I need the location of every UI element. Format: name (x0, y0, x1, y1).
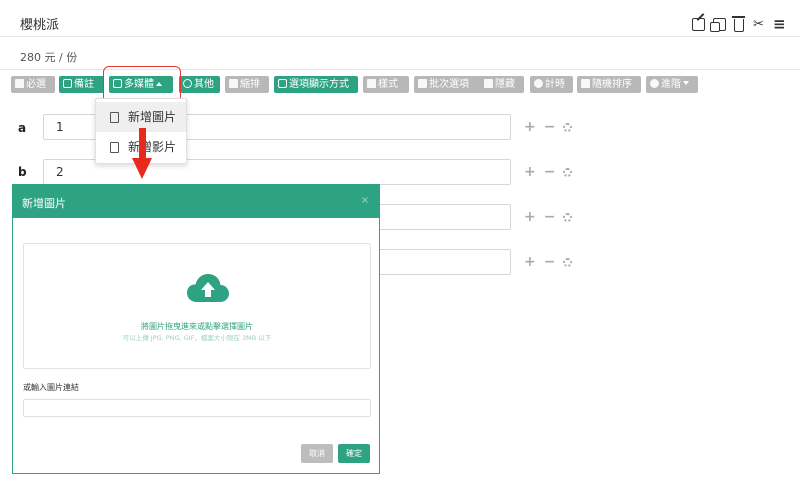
option-label-b: b (18, 165, 27, 179)
dropzone-hint: 可以上傳 JPG, PNG, GIF，檔案大小限在 3MB 以下 (122, 334, 272, 342)
option-controls-b: + − (524, 164, 574, 180)
gear-icon (650, 79, 659, 88)
advanced-button[interactable]: 進階 (646, 76, 698, 93)
note-button[interactable]: 備註 (59, 76, 104, 93)
remove-option-icon[interactable]: − (544, 254, 556, 270)
shuffle-button[interactable]: 隨機排序 (577, 76, 641, 93)
question-actions: ✂ ≡ (692, 16, 786, 32)
star-icon (15, 79, 24, 88)
modal-title: 新增圖片 (22, 197, 66, 210)
gear-icon[interactable] (563, 122, 573, 132)
add-option-icon[interactable]: + (524, 254, 536, 270)
question-title-row: 櫻桃派 ✂ ≡ (0, 0, 800, 37)
add-option-icon[interactable]: + (524, 164, 536, 180)
hide-button[interactable]: 隱藏 (480, 76, 524, 93)
option-controls-c: + − (524, 209, 574, 225)
eye-slash-icon (484, 79, 493, 88)
remove-option-icon[interactable]: − (544, 209, 556, 225)
image-url-input[interactable] (23, 399, 371, 417)
required-button[interactable]: 必選 (11, 76, 55, 93)
cloud-upload-icon (187, 274, 229, 302)
gear-icon[interactable] (563, 257, 573, 267)
clock-icon (534, 79, 543, 88)
option-controls-d: + − (524, 254, 574, 270)
option-controls-a: + − (524, 119, 574, 135)
question-description[interactable]: 280 元 / 份 (20, 49, 77, 65)
shuffle-icon (581, 79, 590, 88)
file-icon (418, 79, 427, 88)
remove-option-icon[interactable]: − (544, 164, 556, 180)
menu-icon[interactable]: ≡ (773, 17, 786, 32)
close-icon[interactable]: × (361, 195, 369, 206)
caret-down-icon (683, 81, 689, 85)
annotation-arrow (139, 128, 146, 160)
other-button[interactable]: 其他 (179, 76, 220, 93)
edit-icon[interactable] (692, 18, 705, 31)
image-file-icon (110, 112, 119, 123)
circle-icon (183, 79, 192, 88)
display-mode-button[interactable]: 選項顯示方式 (274, 76, 358, 93)
gear-icon[interactable] (563, 167, 573, 177)
indent-button[interactable]: 縮排 (225, 76, 269, 93)
dropzone-instruction: 將圖片拖曳進來或點擊選擇圖片 (141, 322, 253, 331)
image-dropzone[interactable]: 將圖片拖曳進來或點擊選擇圖片 可以上傳 JPG, PNG, GIF，檔案大小限在… (23, 243, 371, 369)
video-file-icon (110, 142, 119, 153)
annotation-arrow-head (132, 158, 152, 179)
cancel-button[interactable]: 取消 (301, 444, 333, 463)
brush-icon (367, 79, 376, 88)
comment-icon (63, 79, 72, 88)
gear-icon[interactable] (563, 212, 573, 222)
remove-option-icon[interactable]: − (544, 119, 556, 135)
copy-icon[interactable] (710, 18, 726, 32)
grid-icon (278, 79, 287, 88)
confirm-button[interactable]: 確定 (338, 444, 370, 463)
style-button[interactable]: 樣式 (363, 76, 409, 93)
modal-header: 新增圖片 × (13, 185, 379, 218)
question-title[interactable]: 櫻桃派 (20, 14, 59, 33)
timer-button[interactable]: 計時 (530, 76, 573, 93)
option-label-a: a (18, 121, 27, 135)
indent-icon (229, 79, 238, 88)
batch-options-button[interactable]: 批次選項 (414, 76, 486, 93)
add-option-icon[interactable]: + (524, 119, 536, 135)
add-option-icon[interactable]: + (524, 209, 536, 225)
add-image-modal: 新增圖片 × 將圖片拖曳進來或點擊選擇圖片 可以上傳 JPG, PNG, GIF… (12, 184, 380, 474)
scissors-icon[interactable]: ✂ (752, 18, 765, 31)
trash-icon[interactable] (732, 16, 745, 32)
image-url-label: 或輸入圖片連結 (23, 383, 79, 392)
